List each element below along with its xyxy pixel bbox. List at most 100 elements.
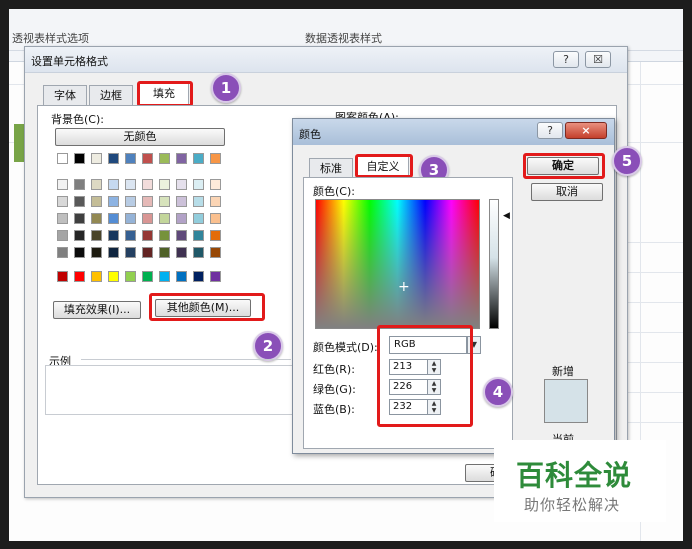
color-swatch[interactable]	[210, 153, 221, 164]
color-swatch[interactable]	[193, 247, 204, 258]
colors-dialog-title: 颜色	[299, 128, 321, 141]
color-swatch[interactable]	[142, 179, 153, 190]
color-swatch[interactable]	[57, 179, 68, 190]
color-swatch[interactable]	[74, 271, 85, 282]
color-swatch[interactable]	[57, 230, 68, 241]
color-swatch[interactable]	[74, 247, 85, 258]
color-swatch[interactable]	[142, 213, 153, 224]
color-swatch[interactable]	[176, 271, 187, 282]
color-swatch[interactable]	[159, 153, 170, 164]
color-swatch[interactable]	[91, 230, 102, 241]
color-swatch[interactable]	[210, 213, 221, 224]
color-swatch[interactable]	[142, 230, 153, 241]
highlight-rgb-fields	[377, 325, 473, 427]
color-swatch[interactable]	[159, 196, 170, 207]
color-swatch[interactable]	[176, 179, 187, 190]
colors-dialog: 颜色 ? × 标准 自定义 3 颜色(C): + ◀ 颜色模式(D): RGB …	[292, 118, 615, 454]
sample-group-line	[81, 359, 291, 360]
cancel-button[interactable]: 取消	[531, 183, 603, 201]
watermark-title: 百科全说	[516, 459, 633, 492]
color-swatch[interactable]	[74, 213, 85, 224]
color-swatch[interactable]	[159, 213, 170, 224]
color-swatch[interactable]	[74, 179, 85, 190]
colors-close-button[interactable]: ×	[565, 122, 607, 139]
no-color-button[interactable]: 无颜色	[55, 128, 225, 146]
color-swatch[interactable]	[159, 179, 170, 190]
format-close-button[interactable]: ☒	[585, 51, 611, 68]
color-swatch[interactable]	[159, 247, 170, 258]
color-swatch[interactable]	[125, 230, 136, 241]
color-spectrum-picker[interactable]: +	[315, 199, 480, 329]
new-color-swatch	[544, 379, 588, 423]
color-swatch[interactable]	[108, 247, 119, 258]
luminance-slider[interactable]	[489, 199, 499, 329]
highlight-custom-tab	[355, 154, 413, 178]
color-swatch[interactable]	[108, 196, 119, 207]
color-swatch[interactable]	[91, 271, 102, 282]
color-swatch[interactable]	[176, 230, 187, 241]
color-swatch[interactable]	[108, 213, 119, 224]
color-swatch[interactable]	[91, 213, 102, 224]
color-swatch[interactable]	[176, 247, 187, 258]
color-swatch[interactable]	[108, 153, 119, 164]
color-swatch[interactable]	[193, 271, 204, 282]
watermark-logo: 百科全说 助你轻松解决	[494, 440, 666, 522]
color-swatch[interactable]	[210, 271, 221, 282]
color-swatch[interactable]	[142, 196, 153, 207]
color-swatch[interactable]	[142, 247, 153, 258]
color-swatch[interactable]	[91, 196, 102, 207]
pivot-style-options-label: 透视表样式选项	[12, 32, 89, 45]
fill-effects-button[interactable]: 填充效果(I)...	[53, 301, 141, 319]
color-swatch[interactable]	[125, 196, 136, 207]
background-color-label: 背景色(C):	[51, 113, 104, 126]
color-swatch[interactable]	[57, 196, 68, 207]
color-swatch[interactable]	[142, 153, 153, 164]
color-swatch[interactable]	[91, 153, 102, 164]
color-swatch[interactable]	[57, 247, 68, 258]
color-swatch[interactable]	[176, 213, 187, 224]
color-swatch[interactable]	[108, 230, 119, 241]
color-swatch[interactable]	[91, 179, 102, 190]
color-swatch[interactable]	[193, 213, 204, 224]
luminance-arrow-icon[interactable]: ◀	[503, 211, 510, 221]
tab-font[interactable]: 字体	[43, 85, 87, 105]
color-swatch[interactable]	[193, 230, 204, 241]
color-swatch[interactable]	[159, 230, 170, 241]
color-swatch[interactable]	[108, 271, 119, 282]
color-swatch[interactable]	[57, 153, 68, 164]
color-swatch[interactable]	[210, 179, 221, 190]
color-swatch[interactable]	[210, 196, 221, 207]
color-swatch[interactable]	[176, 196, 187, 207]
color-swatch[interactable]	[74, 196, 85, 207]
watermark-subtitle: 助你轻松解决	[524, 496, 621, 514]
color-swatch[interactable]	[125, 213, 136, 224]
red-label: 红色(R):	[313, 363, 355, 376]
tab-standard[interactable]: 标准	[309, 158, 353, 178]
color-swatch[interactable]	[74, 153, 85, 164]
color-swatch[interactable]	[125, 247, 136, 258]
colors-help-button[interactable]: ?	[537, 122, 563, 139]
blue-label: 蓝色(B):	[313, 403, 355, 416]
color-swatch[interactable]	[193, 179, 204, 190]
color-swatch[interactable]	[125, 153, 136, 164]
tab-border[interactable]: 边框	[89, 85, 133, 105]
color-swatch[interactable]	[193, 153, 204, 164]
color-swatch[interactable]	[142, 271, 153, 282]
format-dialog-title: 设置单元格格式	[31, 55, 108, 68]
color-swatch[interactable]	[57, 271, 68, 282]
color-swatch[interactable]	[176, 153, 187, 164]
color-swatch[interactable]	[210, 247, 221, 258]
format-help-button[interactable]: ?	[553, 51, 579, 68]
color-swatch[interactable]	[125, 179, 136, 190]
color-swatch[interactable]	[91, 247, 102, 258]
color-swatch[interactable]	[57, 213, 68, 224]
color-swatch[interactable]	[193, 196, 204, 207]
highlight-fill-tab	[137, 81, 193, 107]
color-swatch[interactable]	[210, 230, 221, 241]
color-swatch[interactable]	[74, 230, 85, 241]
color-swatch[interactable]	[159, 271, 170, 282]
green-label: 绿色(G):	[313, 383, 356, 396]
step-badge-1: 1	[211, 73, 241, 103]
color-swatch[interactable]	[125, 271, 136, 282]
color-swatch[interactable]	[108, 179, 119, 190]
